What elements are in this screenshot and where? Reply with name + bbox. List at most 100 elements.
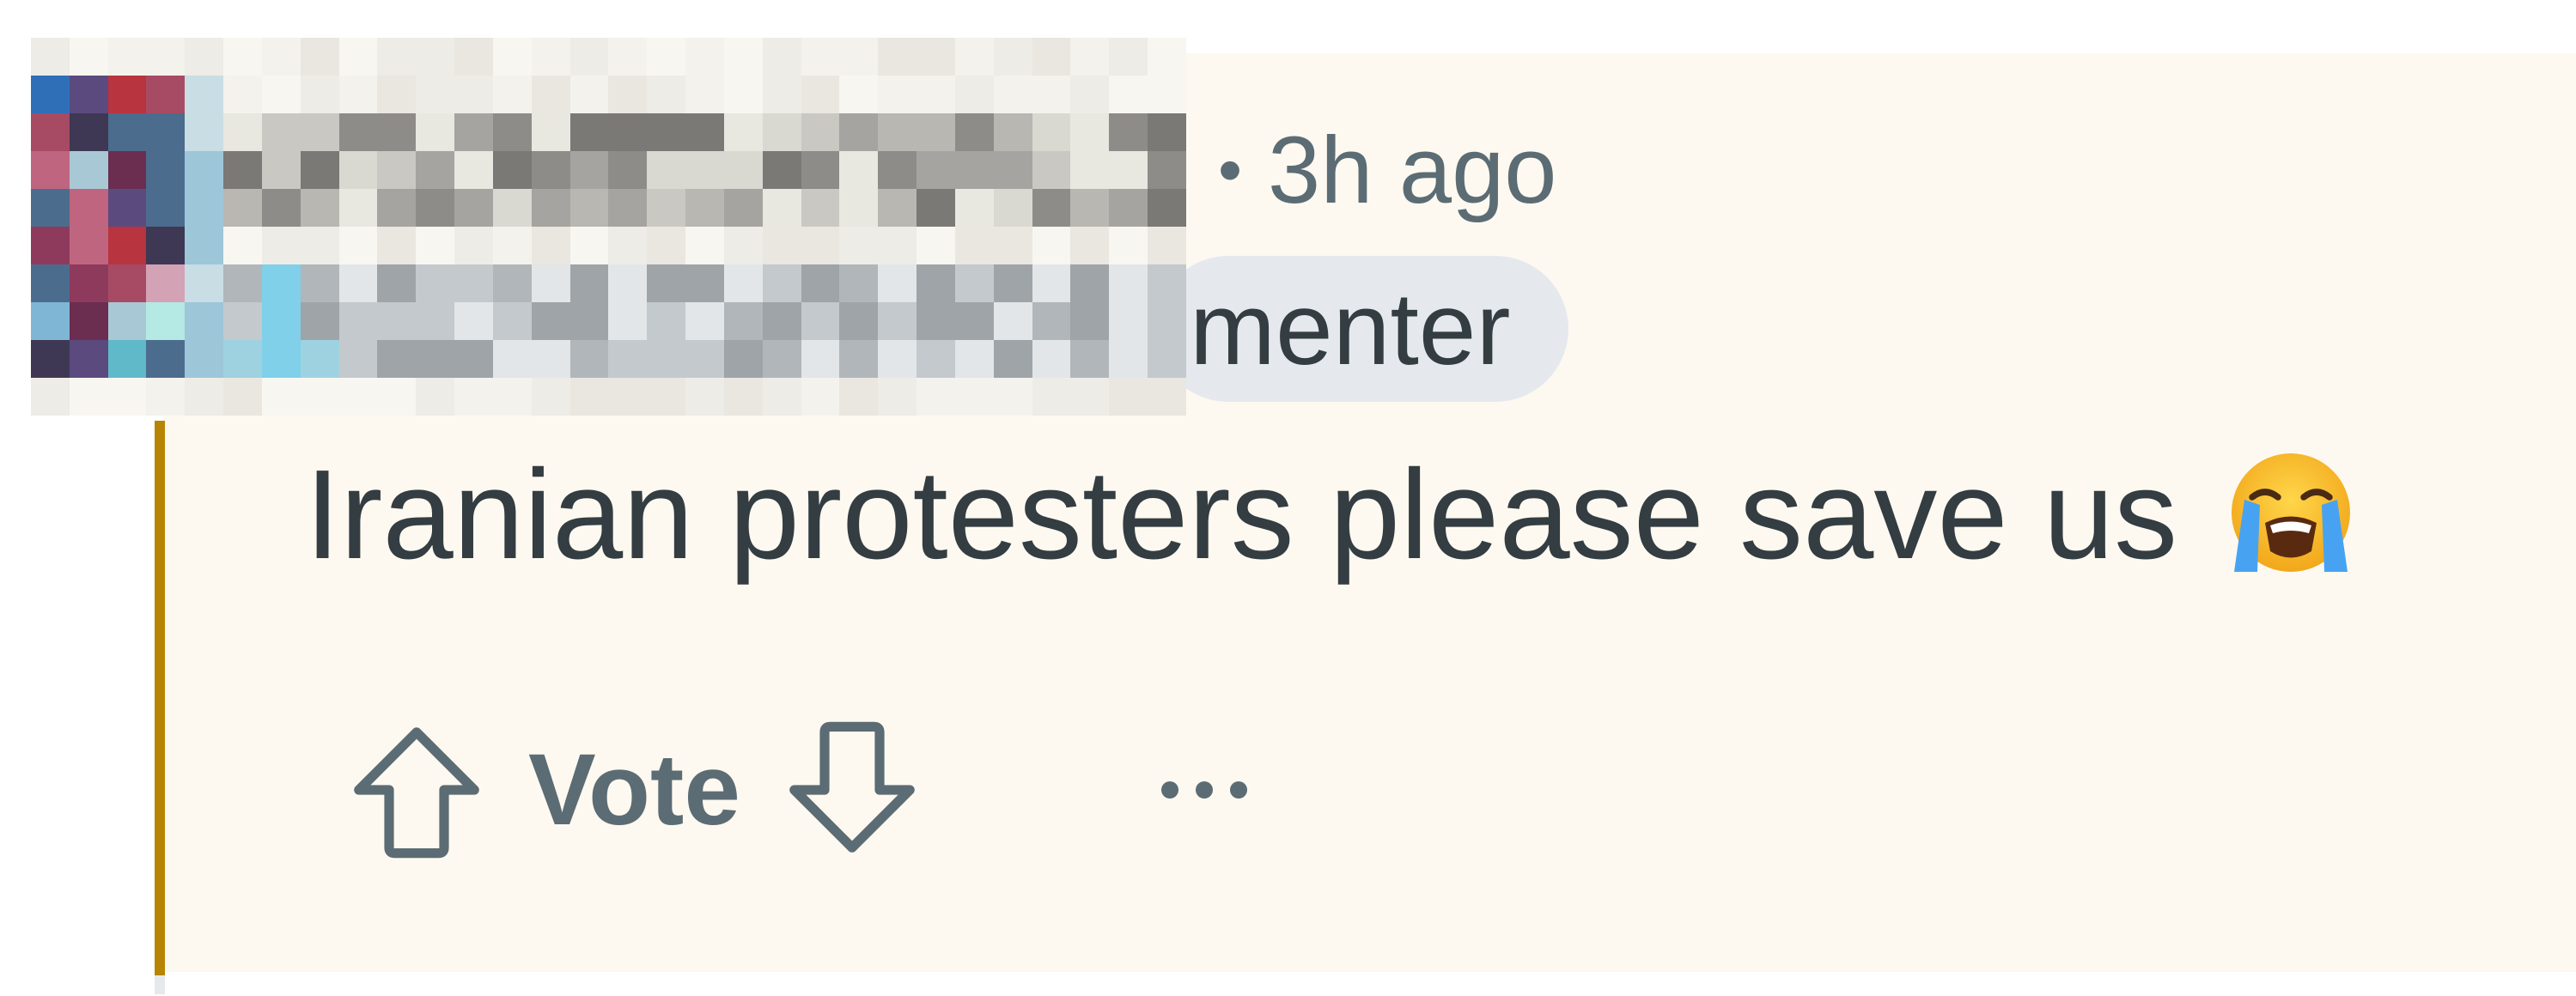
mosaic-pixel — [185, 378, 224, 416]
mosaic-pixel — [762, 151, 801, 189]
mosaic-pixel — [1109, 113, 1148, 151]
mosaic-pixel — [878, 113, 917, 151]
mosaic-pixel — [261, 340, 301, 378]
mosaic-pixel — [531, 264, 570, 302]
pixelation-mosaic — [31, 38, 1186, 416]
mosaic-pixel — [261, 302, 301, 340]
mosaic-pixel — [107, 378, 147, 416]
mosaic-pixel — [454, 76, 493, 113]
loudly-crying-face-emoji — [2232, 453, 2351, 572]
mosaic-pixel — [1148, 264, 1186, 302]
mosaic-pixel — [608, 151, 648, 189]
mosaic-pixel — [647, 378, 686, 416]
thread-line[interactable] — [155, 421, 165, 975]
mosaic-pixel — [377, 264, 417, 302]
mosaic-pixel — [569, 151, 609, 189]
mosaic-pixel — [1032, 113, 1071, 151]
mosaic-pixel — [185, 38, 224, 76]
mosaic-pixel — [1109, 264, 1148, 302]
mosaic-pixel — [146, 76, 186, 113]
mosaic-pixel — [261, 378, 301, 416]
mosaic-pixel — [454, 189, 493, 227]
mosaic-pixel — [647, 151, 686, 189]
mosaic-pixel — [107, 76, 147, 113]
mosaic-pixel — [1109, 227, 1148, 264]
mosaic-pixel — [1070, 227, 1110, 264]
mosaic-pixel — [839, 38, 879, 76]
mosaic-pixel — [454, 340, 493, 378]
mosaic-pixel — [300, 151, 339, 189]
mosaic-pixel — [492, 189, 532, 227]
mosaic-pixel — [1032, 227, 1071, 264]
mosaic-pixel — [107, 227, 147, 264]
mosaic-pixel — [917, 113, 955, 151]
mosaic-pixel — [185, 76, 224, 113]
mosaic-pixel — [1070, 340, 1110, 378]
mosaic-pixel — [954, 189, 994, 227]
mosaic-pixel — [338, 113, 378, 151]
mosaic-pixel — [839, 189, 879, 227]
mosaic-pixel — [608, 264, 648, 302]
mosaic-pixel — [107, 113, 147, 151]
mosaic-pixel — [31, 227, 70, 264]
mosaic-pixel — [69, 189, 108, 227]
mosaic-pixel — [608, 38, 648, 76]
mosaic-pixel — [839, 151, 879, 189]
mosaic-pixel — [762, 340, 801, 378]
mosaic-pixel — [1032, 76, 1071, 113]
mosaic-pixel — [878, 76, 917, 113]
mosaic-pixel — [1109, 302, 1148, 340]
mosaic-pixel — [685, 151, 724, 189]
mosaic-pixel — [608, 340, 648, 378]
mosaic-pixel — [839, 302, 879, 340]
mosaic-pixel — [377, 340, 417, 378]
mosaic-pixel — [723, 151, 763, 189]
comment-body: Iranian protesters please save us — [305, 446, 2355, 584]
mosaic-pixel — [146, 151, 186, 189]
mosaic-pixel — [954, 151, 994, 189]
meta-separator: • — [1218, 131, 1243, 208]
mosaic-pixel — [801, 76, 840, 113]
mosaic-pixel — [416, 264, 455, 302]
mosaic-pixel — [1032, 340, 1071, 378]
mosaic-pixel — [723, 113, 763, 151]
downvote-button[interactable] — [775, 713, 929, 867]
mosaic-pixel — [801, 264, 840, 302]
mosaic-pixel — [492, 302, 532, 340]
mosaic-pixel — [531, 189, 570, 227]
mosaic-pixel — [223, 264, 262, 302]
mosaic-pixel — [1148, 76, 1186, 113]
mosaic-pixel — [223, 378, 262, 416]
mosaic-pixel — [723, 189, 763, 227]
mosaic-pixel — [69, 227, 108, 264]
mosaic-pixel — [917, 340, 955, 378]
mosaic-pixel — [1032, 189, 1071, 227]
mosaic-pixel — [492, 151, 532, 189]
mosaic-pixel — [185, 189, 224, 227]
mosaic-pixel — [454, 378, 493, 416]
mosaic-pixel — [762, 113, 801, 151]
comment-timestamp[interactable]: 3h ago — [1268, 116, 1556, 225]
mosaic-pixel — [954, 302, 994, 340]
mosaic-pixel — [1109, 340, 1148, 378]
upvote-button[interactable] — [339, 713, 494, 867]
mosaic-pixel — [569, 189, 609, 227]
mosaic-pixel — [416, 151, 455, 189]
mosaic-pixel — [762, 264, 801, 302]
mosaic-pixel — [261, 113, 301, 151]
mosaic-pixel — [647, 189, 686, 227]
mosaic-pixel — [993, 151, 1032, 189]
mosaic-pixel — [723, 76, 763, 113]
mosaic-pixel — [1070, 189, 1110, 227]
mosaic-pixel — [146, 264, 186, 302]
mosaic-pixel — [917, 378, 955, 416]
mosaic-pixel — [801, 378, 840, 416]
mosaic-pixel — [839, 76, 879, 113]
mosaic-pixel — [146, 340, 186, 378]
mosaic-pixel — [107, 38, 147, 76]
more-options-button[interactable] — [1127, 738, 1282, 841]
mosaic-pixel — [954, 227, 994, 264]
mosaic-pixel — [917, 264, 955, 302]
mosaic-pixel — [723, 378, 763, 416]
comment-text: Iranian protesters please save us — [305, 444, 2178, 586]
